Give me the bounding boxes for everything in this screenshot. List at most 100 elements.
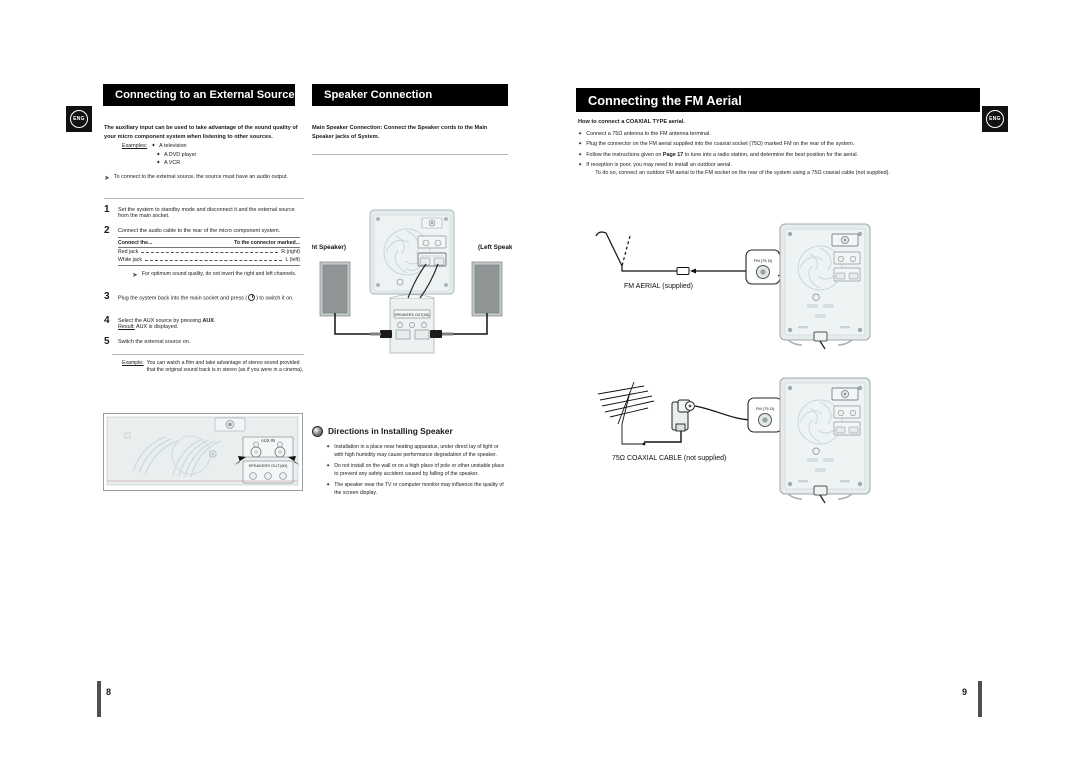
leader-line — [144, 260, 283, 261]
fm-bullet-post: to tune into a radio station, and determ… — [683, 151, 859, 158]
aux-step-3: 3 Plug the system back into the main soc… — [104, 292, 300, 302]
section-header-fm-aerial: Connecting the FM Aerial — [576, 88, 980, 112]
fm-bullet-pre: Follow the instructions given on — [586, 151, 663, 158]
step-text: Connect the audio cable to the rear of t… — [118, 228, 281, 234]
direction-text: The speaker near the TV or computer moni… — [334, 482, 504, 496]
connector-name: L (left) — [285, 257, 300, 263]
eng-badge-label: ENG — [986, 110, 1004, 128]
step-text: Set the system to standby mode and disco… — [118, 207, 295, 219]
speaker-connection-svg: (Right Speaker) (Left Speaker) SPEAKERS … — [299, 209, 521, 354]
aux-table-note: ➤ For optimum sound quality, do not inve… — [118, 271, 300, 279]
jack-name: White jack — [118, 257, 142, 263]
section-header-external-source: Connecting to an External Source — [103, 84, 295, 106]
example-item: A VCR — [164, 160, 181, 167]
fm-coaxial-cable-svg: 75Ω COAXIAL CABLE (not supplied) FM (75 … — [597, 377, 871, 504]
diamond-bullet-icon: ✦ — [578, 161, 583, 168]
diagram-fm-aerial-supplied: FM AERIAL (supplied) FM (75 Ω) — [582, 196, 882, 351]
fm-howto-heading: How to connect a COAXIAL TYPE aerial. — [578, 119, 685, 125]
page-marker-bar-left — [97, 681, 101, 717]
diamond-bullet-icon: ✦ — [326, 482, 331, 489]
diamond-bullet-icon: ✦ — [578, 131, 583, 137]
fm-bullet-subtext: To do so, connect an outdoor FM aerial t… — [595, 169, 890, 176]
arrow-note-icon: ➤ — [104, 175, 110, 182]
aux-step-5: 5 Switch the external source on. — [104, 337, 300, 347]
section-header-speaker-connection: Speaker Connection — [312, 84, 508, 106]
language-badge-eng-left: ENG — [66, 106, 92, 132]
aux-table-note-text: For optimum sound quality, do not invert… — [141, 271, 297, 277]
example-label: Example: — [122, 360, 144, 366]
aux-connection-note: ➤ To connect to the external source, the… — [104, 174, 304, 182]
diamond-bullet-icon: ✦ — [578, 141, 583, 148]
diagram-fm-coaxial-cable: 75Ω COAXIAL CABLE (not supplied) FM (75 … — [582, 372, 882, 517]
leader-line — [141, 252, 279, 253]
diamond-bullet-icon: ✦ — [326, 444, 331, 450]
table-row: White jack L (left) — [118, 256, 300, 264]
example-item: A television — [159, 143, 187, 149]
page-number-right: 9 — [962, 687, 968, 697]
table-bottom-rule — [118, 265, 300, 266]
example-text: You can watch a film and take advantage … — [146, 360, 304, 374]
fm-bullet-text: Connect a 75Ω antenna to the FM antenna … — [586, 131, 711, 137]
page-marker-bar-right — [978, 681, 982, 717]
language-badge-eng-right: ENG — [982, 106, 1008, 132]
aux-step-2: 2 Connect the audio cable to the rear of… — [104, 225, 300, 279]
page-number-left: 8 — [106, 687, 112, 697]
step-number: 4 — [104, 315, 110, 326]
table-header-row: Connect the... To the connector marked..… — [118, 237, 300, 248]
speakers-out-panel-label: SPEAKERS OUT(4Ω) — [394, 313, 429, 317]
fm-aerial-supplied-caption: FM AERIAL (supplied) — [624, 283, 693, 290]
coaxial-cable-caption: 75Ω COAXIAL CABLE (not supplied) — [612, 455, 726, 462]
aux-note-text: To connect to the external source, the s… — [113, 174, 288, 180]
fm-bullet-item: ✦ Connect a 75Ω antenna to the FM antenn… — [578, 131, 978, 139]
aux-example-note: Example: You can watch a film and take a… — [122, 360, 306, 375]
result-label: Result: — [118, 324, 135, 330]
step-number: 1 — [104, 204, 110, 215]
aux-rear-panel-svg: AUX IN SPEAKERS OUT(4Ω) — [103, 413, 303, 491]
direction-item: ✦ The speaker near the TV or computer mo… — [326, 482, 508, 497]
divider-rule — [104, 198, 304, 199]
disc-bullet-icon — [312, 426, 323, 438]
table-header-left: Connect the... — [118, 239, 153, 246]
step3-suffix: ) to switch it on. — [256, 295, 294, 302]
aux-keyword: AUX — [202, 318, 214, 324]
result-text: AUX is displayed. — [134, 324, 179, 330]
divider-rule — [112, 354, 304, 355]
divider-rule — [312, 154, 508, 155]
aux-step-4: 4 Select the AUX source by pressing AUX.… — [104, 315, 300, 331]
direction-item: ✦ Do not install on the wall or on a hig… — [326, 463, 508, 478]
fm-bullet-item: ✦ If reception is poor, you may need to … — [578, 162, 978, 178]
step3-prefix: Plug the system back into the main socke… — [118, 295, 248, 302]
page-reference: Page 17 — [662, 151, 684, 158]
fm-bullet-text: Plug the connector on the FM aerial supp… — [586, 141, 855, 148]
jack-connection-table: Connect the... To the connector marked..… — [118, 237, 300, 266]
fm-bullet-text: If reception is poor, you may need to in… — [586, 161, 732, 168]
direction-item: ✦ Installation in a place near heating a… — [326, 444, 508, 459]
aux-intro-text: The auxiliary input can be used to take … — [104, 125, 298, 140]
fm-bullet-item: ✦ Plug the connector on the FM aerial su… — [578, 141, 978, 149]
table-row: Red jack R (right) — [118, 248, 300, 256]
manual-page: ENG ENG Connecting to an External Source… — [0, 0, 1080, 763]
svg-text:AUX IN: AUX IN — [261, 438, 275, 443]
fm-bullet-item: ✦ Follow the instructions given on Page … — [578, 152, 978, 160]
fm-socket-callout-label: FM (75 Ω) — [754, 258, 773, 263]
direction-text: Do not install on the wall or on a high … — [334, 463, 505, 477]
step-number: 3 — [104, 291, 110, 302]
eng-badge-label: ENG — [70, 110, 88, 128]
right-speaker-label: (Right Speaker) — [312, 244, 346, 251]
left-speaker-label: (Left Speaker) — [478, 244, 512, 251]
diagram-speaker-connection: (Right Speaker) (Left Speaker) SPEAKERS … — [299, 206, 521, 361]
directions-list: ✦ Installation in a place near heating a… — [326, 444, 508, 501]
speakers-out-label: SPEAKERS OUT(4Ω) — [249, 463, 289, 468]
diamond-bullet-icon: ✦ — [326, 463, 331, 470]
direction-text: Installation in a place near heating app… — [334, 444, 499, 458]
arrow-note-icon: ➤ — [132, 272, 138, 279]
aux-step-1: 1 Set the system to standby mode and dis… — [104, 204, 300, 220]
speaker-intro-text: Main Speaker Connection: Connect the Spe… — [312, 125, 488, 140]
diamond-bullet-icon: ✦ — [156, 151, 161, 158]
diamond-bullet-icon: ✦ — [151, 143, 156, 149]
step-text: Switch the external source on. — [118, 339, 191, 345]
step-number: 2 — [104, 225, 110, 236]
examples-label: Examples: — [122, 143, 148, 149]
step4-period: . — [213, 318, 216, 324]
diamond-bullet-icon: ✦ — [578, 151, 583, 158]
